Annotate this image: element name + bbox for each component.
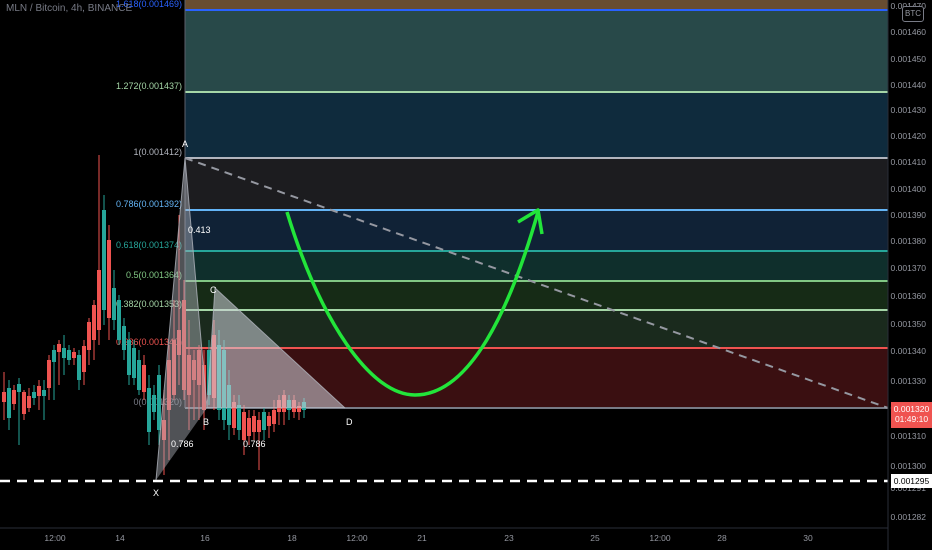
- fib-bands: [185, 0, 888, 408]
- countdown-value: 01:49:10: [894, 414, 929, 424]
- price-axis-tick: 0.001350: [891, 319, 927, 329]
- price-axis-tick: 0.001410: [891, 157, 927, 167]
- fib-label-05: 0.5(0.001364): [126, 270, 182, 280]
- point-d-label: D: [346, 417, 353, 427]
- support-price-tag: 0.001295: [891, 474, 932, 488]
- candle: [97, 155, 101, 345]
- candle: [117, 295, 121, 345]
- price-axis[interactable]: 0.0014700.0014600.0014500.0014400.001430…: [887, 0, 932, 550]
- ratio-label-abc: 0.786: [171, 439, 194, 449]
- candle: [12, 385, 16, 410]
- candle: [22, 390, 26, 420]
- time-axis-tick: 14: [115, 533, 125, 543]
- candle: [7, 380, 11, 430]
- time-axis-tick: 18: [287, 533, 297, 543]
- candle: [2, 372, 6, 420]
- time-axis-tick: 28: [717, 533, 727, 543]
- candle: [152, 385, 156, 420]
- ratio-label-bcd: 0.786: [243, 439, 266, 449]
- time-axis[interactable]: 12:00 14 16 18 12:00 21 23 25 12:00 28 30: [0, 527, 888, 543]
- price-axis-tick: 0.001440: [891, 80, 927, 90]
- time-axis-tick: 12:00: [44, 533, 66, 543]
- fib-label-0786: 0.786(0.001392): [116, 199, 182, 209]
- symbol-title: MLN / Bitcoin, 4h, BINANCE: [6, 3, 133, 14]
- price-axis-tick: 0.001380: [891, 236, 927, 246]
- candle: [57, 340, 61, 385]
- price-axis-tick: 0.001420: [891, 131, 927, 141]
- point-c-label: C: [210, 285, 217, 295]
- candle: [122, 318, 126, 360]
- candle: [267, 412, 271, 438]
- candle: [67, 345, 71, 365]
- candle: [252, 410, 256, 440]
- candle: [77, 350, 81, 390]
- fib-label-0618: 0.618(0.001374): [116, 240, 182, 250]
- time-axis-tick: 16: [200, 533, 210, 543]
- candle: [37, 380, 41, 410]
- price-axis-tick: 0.001430: [891, 105, 927, 115]
- ratio-label-xab: 0.413: [188, 225, 211, 235]
- price-axis-tick: 0.001400: [891, 184, 927, 194]
- fib-label-1272: 1.272(0.001437): [116, 81, 182, 91]
- time-axis-tick: 12:00: [649, 533, 671, 543]
- current-price-value: 0.001320: [893, 404, 930, 414]
- price-axis-tick: 0.001460: [891, 27, 927, 37]
- price-axis-tick: 0.001300: [891, 461, 927, 471]
- price-axis-tick: 0.001330: [891, 376, 927, 386]
- currency-badge[interactable]: BTC: [902, 6, 924, 22]
- candle: [47, 355, 51, 400]
- time-axis-tick: 25: [590, 533, 600, 543]
- candle: [52, 345, 56, 400]
- price-axis-tick: 0.001370: [891, 263, 927, 273]
- time-axis-tick: 12:00: [346, 533, 368, 543]
- fib-label-1: 1(0.001412): [133, 147, 182, 157]
- candle: [112, 270, 116, 330]
- candle: [262, 408, 266, 440]
- candle: [107, 225, 111, 340]
- time-axis-tick: 23: [504, 533, 514, 543]
- candle: [102, 195, 106, 325]
- price-axis-tick: 0.001282: [891, 512, 927, 522]
- price-axis-tick: 0.001390: [891, 210, 927, 220]
- candle: [27, 388, 31, 412]
- candle: [87, 318, 91, 365]
- price-chart[interactable]: 1.618(0.001469) 1.272(0.001437) 1(0.0014…: [0, 0, 932, 550]
- time-axis-tick: 30: [803, 533, 813, 543]
- candle: [72, 348, 76, 365]
- candle: [32, 385, 36, 405]
- candle: [137, 350, 141, 395]
- time-axis-tick: 21: [417, 533, 427, 543]
- price-axis-tick: 0.001340: [891, 346, 927, 356]
- candle: [62, 335, 66, 375]
- candle: [42, 380, 46, 420]
- price-axis-tick: 0.001360: [891, 291, 927, 301]
- point-a-label: A: [182, 139, 188, 149]
- price-axis-tick: 0.001310: [891, 431, 927, 441]
- candle: [92, 300, 96, 360]
- candle: [17, 378, 21, 445]
- point-b-label: B: [203, 417, 209, 427]
- point-x-label: X: [153, 488, 159, 498]
- candle: [142, 355, 146, 400]
- candle: [147, 375, 151, 445]
- price-axis-tick: 0.001450: [891, 54, 927, 64]
- candle: [82, 340, 86, 385]
- current-price-tag: 0.001320 01:49:10: [891, 402, 932, 428]
